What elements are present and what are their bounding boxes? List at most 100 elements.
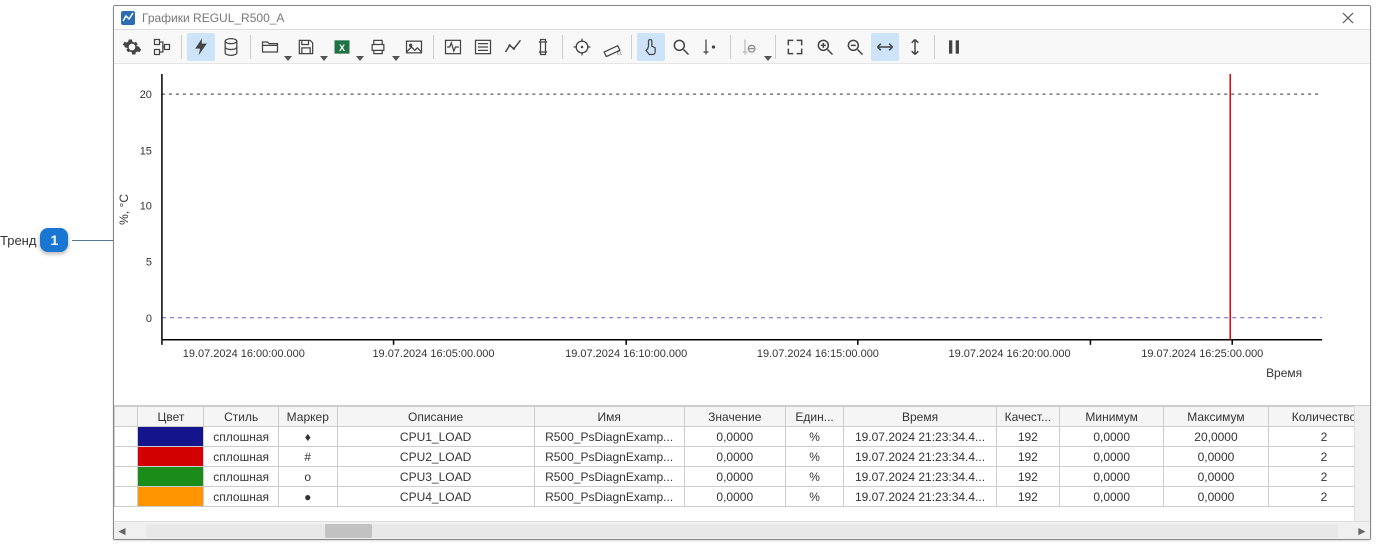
col-header[interactable]: Един... [785,407,844,427]
col-header[interactable]: Значение [684,407,785,427]
table-row[interactable]: сплошная#CPU2_LOADR500_PsDiagnExamp...0,… [115,447,1355,467]
xtick: 19.07.2024 16:05:00.000 [372,348,494,360]
toolbar-separator [181,35,182,59]
col-header[interactable]: Количество [1268,407,1354,427]
callout-number: 1 [40,228,68,252]
lightning-icon[interactable] [187,33,215,61]
cell-time: 19.07.2024 21:23:34.4... [844,487,996,507]
cell-marker: ♦ [278,427,337,447]
col-header[interactable]: Описание [337,407,534,427]
table-row[interactable]: сплошная♦CPU1_LOADR500_PsDiagnExamp...0,… [115,427,1355,447]
cell-unit: % [785,467,844,487]
cell-min: 0,0000 [1060,427,1164,447]
series-table[interactable]: Цвет Стиль Маркер Описание Имя Значение … [114,406,1354,521]
row-handle[interactable] [115,487,138,507]
table-row[interactable]: сплошнаяoCPU3_LOADR500_PsDiagnExamp...0,… [115,467,1355,487]
cell-count: 2 [1268,467,1354,487]
magnify-icon[interactable] [667,33,695,61]
col-header[interactable]: Качест... [996,407,1059,427]
cell-time: 19.07.2024 21:23:34.4... [844,447,996,467]
cell-name: R500_PsDiagnExamp... [534,447,684,467]
col-header[interactable]: Цвет [138,407,204,427]
y-axis-label: %, °C [117,194,131,225]
close-button[interactable] [1332,6,1364,29]
cell-max: 0,0000 [1164,487,1268,507]
svg-text:EU: EU [617,50,622,55]
chart-area[interactable]: 20 15 10 5 0 [114,64,1370,405]
cell-value: 0,0000 [684,427,785,447]
scroll-right-icon[interactable]: ► [1354,523,1370,539]
window-title: Графики REGUL_R500_A [142,11,1326,25]
color-swatch[interactable] [138,467,204,487]
cell-min: 0,0000 [1060,447,1164,467]
cell-name: R500_PsDiagnExamp... [534,487,684,507]
cell-time: 19.07.2024 21:23:34.4... [844,467,996,487]
list-icon[interactable] [469,33,497,61]
color-swatch[interactable] [138,487,204,507]
col-header[interactable]: Имя [534,407,684,427]
row-handle[interactable] [115,427,138,447]
scroll-h-icon[interactable] [871,33,899,61]
trend-icon[interactable] [499,33,527,61]
app-icon [120,10,136,26]
color-swatch[interactable] [138,427,204,447]
cell-desc: CPU3_LOAD [337,467,534,487]
ytick: 0 [146,313,152,325]
col-header[interactable]: Максимум [1164,407,1268,427]
gear-icon[interactable] [118,33,146,61]
scroll-left-icon[interactable]: ◄ [114,523,130,539]
ruler-icon[interactable]: EU [598,33,626,61]
cell-marker: # [278,447,337,467]
zoom-out-icon[interactable] [841,33,869,61]
vertical-scrollbar[interactable] [1354,406,1370,521]
cell-quality: 192 [996,447,1059,467]
image-icon[interactable] [400,33,428,61]
table-header-row: Цвет Стиль Маркер Описание Имя Значение … [115,407,1355,427]
cell-value: 0,0000 [684,447,785,467]
col-header[interactable] [115,407,138,427]
ytick: 10 [140,200,152,212]
touch-icon[interactable] [637,33,665,61]
zoom-in-icon[interactable] [811,33,839,61]
excel-icon[interactable]: X [328,33,362,61]
cell-name: R500_PsDiagnExamp... [534,427,684,447]
cell-min: 0,0000 [1060,487,1164,507]
cell-quality: 192 [996,487,1059,507]
database-icon[interactable] [217,33,245,61]
cell-max: 0,0000 [1164,447,1268,467]
print-icon[interactable] [364,33,398,61]
col-header[interactable]: Стиль [204,407,279,427]
cell-style: сплошная [204,427,279,447]
scroll-v-icon[interactable] [901,33,929,61]
cell-style: сплошная [204,447,279,467]
col-header[interactable]: Время [844,407,996,427]
color-swatch[interactable] [138,447,204,467]
save-icon[interactable] [292,33,326,61]
svg-text:X: X [339,43,346,53]
row-handle[interactable] [115,467,138,487]
toolbar-separator [934,35,935,59]
col-header[interactable]: Минимум [1060,407,1164,427]
eraser-icon[interactable] [736,33,770,61]
cell-min: 0,0000 [1060,467,1164,487]
horizontal-scrollbar[interactable]: ◄ ► [114,521,1370,539]
range-icon[interactable] [529,33,557,61]
toolbar-separator [631,35,632,59]
trend-window: Графики REGUL_R500_A X EU [113,5,1371,540]
pause-icon[interactable] [940,33,968,61]
y-axis-icon[interactable] [697,33,725,61]
tree-collapse-icon[interactable] [148,33,176,61]
expand-icon[interactable] [781,33,809,61]
cell-max: 20,0000 [1164,427,1268,447]
table-row[interactable]: сплошная●CPU4_LOADR500_PsDiagnExamp...0,… [115,487,1355,507]
callout-label: Тренд [0,233,36,248]
row-handle[interactable] [115,447,138,467]
ytick: 15 [140,145,152,157]
folder-open-icon[interactable] [256,33,290,61]
col-header[interactable]: Маркер [278,407,337,427]
toolbar-separator [775,35,776,59]
pulse-icon[interactable] [439,33,467,61]
scroll-thumb[interactable] [325,524,373,538]
target-icon[interactable] [568,33,596,61]
cell-desc: CPU2_LOAD [337,447,534,467]
